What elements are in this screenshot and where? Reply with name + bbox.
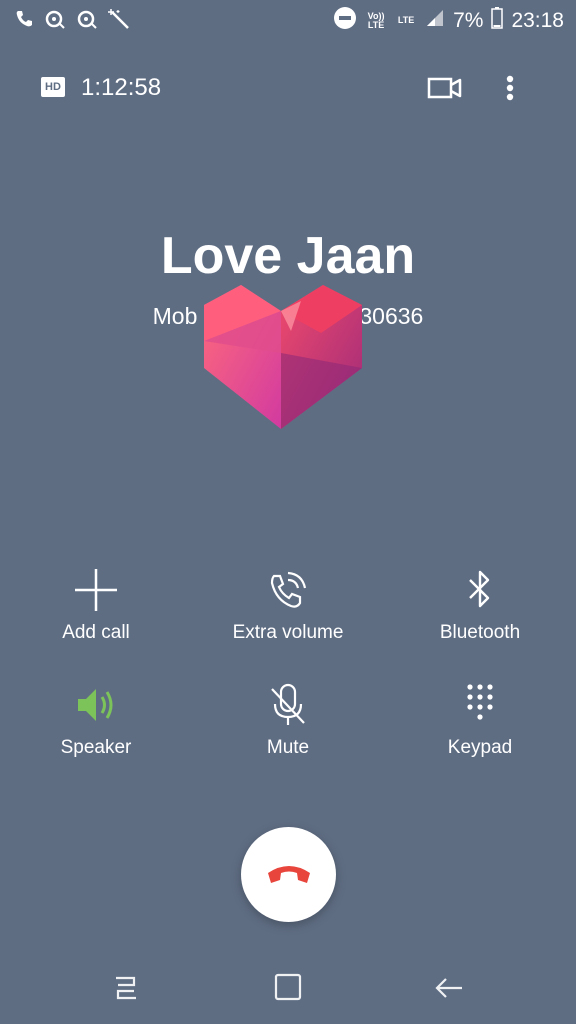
speaker-label: Speaker — [60, 737, 132, 758]
more-vert-icon — [506, 75, 514, 101]
home-icon — [274, 973, 302, 1001]
back-arrow-icon — [435, 978, 462, 998]
speaker-button[interactable]: Speaker — [16, 681, 176, 771]
bluetooth-button[interactable]: Bluetooth — [400, 566, 560, 656]
voicemail-icon — [76, 9, 98, 34]
mic-off-icon — [264, 681, 312, 729]
phone-call-icon — [14, 9, 34, 34]
speaker-icon — [72, 681, 120, 729]
recent-apps-icon — [116, 976, 136, 1000]
call-duration: 1:12:58 — [81, 74, 162, 101]
lte-indicator: LTE — [397, 15, 415, 25]
call-header: HD 1:12:58 — [0, 66, 576, 110]
add-call-label: Add call — [62, 622, 130, 643]
video-call-button[interactable] — [426, 74, 464, 102]
extra-volume-label: Extra volume — [232, 622, 344, 643]
volte-indicator: Vo)) LTE — [367, 10, 385, 30]
number-prefix: Mob — [152, 303, 198, 329]
mute-label: Mute — [266, 737, 310, 758]
keypad-label: Keypad — [447, 737, 513, 758]
phone-volume-icon — [264, 566, 312, 614]
signal-icon — [425, 8, 445, 33]
number-suffix: 30636 — [359, 303, 424, 329]
back-button[interactable] — [430, 968, 470, 1008]
hang-up-icon — [268, 866, 310, 883]
do-not-disturb-icon — [333, 6, 357, 35]
add-call-button[interactable]: Add call — [16, 566, 176, 656]
home-button[interactable] — [268, 968, 308, 1008]
heart-icon — [204, 285, 362, 429]
bluetooth-label: Bluetooth — [439, 622, 521, 643]
battery-icon — [491, 7, 504, 34]
extra-volume-button[interactable]: Extra volume — [208, 566, 368, 656]
hd-badge: HD — [41, 77, 65, 97]
status-bar: Vo)) LTE LTE 7% 23:18 — [0, 0, 576, 40]
battery-percent: 7% — [453, 8, 484, 32]
contact-name: Love Jaan — [160, 227, 416, 285]
plus-icon — [72, 566, 120, 614]
bluetooth-icon — [456, 566, 504, 614]
keypad-button[interactable]: Keypad — [400, 681, 560, 771]
more-options-button[interactable] — [498, 72, 522, 104]
recent-apps-button[interactable] — [106, 968, 146, 1008]
voicemail-icon — [44, 9, 66, 34]
end-call-button[interactable] — [241, 827, 336, 922]
mute-button[interactable]: Mute — [208, 681, 368, 771]
heart-sticker — [201, 283, 365, 431]
keypad-icon — [456, 681, 504, 729]
video-camera-icon — [427, 77, 462, 99]
status-time: 23:18 — [511, 8, 564, 32]
magic-wand-icon — [108, 8, 132, 35]
